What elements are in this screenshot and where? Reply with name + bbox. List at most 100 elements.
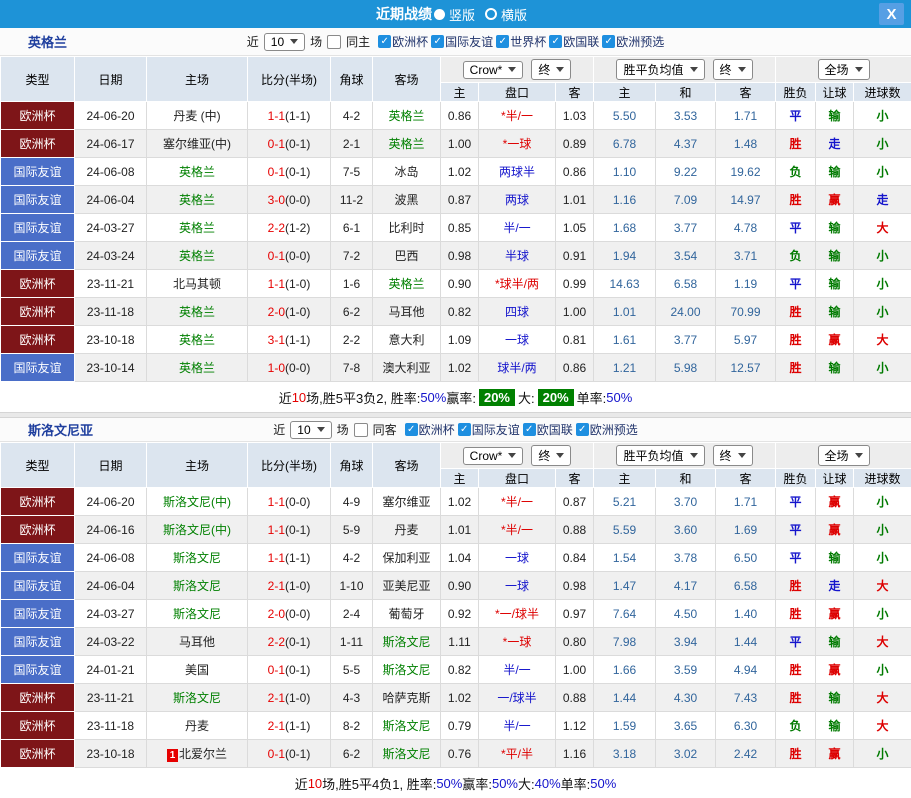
result-cell: 平: [776, 516, 816, 544]
col-score: 比分(半场): [248, 443, 331, 488]
handicap-odds-home: 0.98: [441, 242, 479, 270]
col-away: 客场: [373, 443, 441, 488]
chevron-down-icon: [290, 39, 298, 44]
league-filter[interactable]: ✓欧洲杯: [378, 33, 428, 50]
league-checkbox[interactable]: ✓: [496, 35, 509, 48]
table-row: 国际友谊24-01-21美国0-1(0-1)5-5斯洛文尼0.82半/一1.00…: [1, 656, 911, 684]
corner-score: 11-2: [331, 186, 373, 214]
league-filter[interactable]: ✓欧洲预选: [576, 421, 638, 438]
handicap-odds-home: 1.02: [441, 684, 479, 712]
result-cell: 胜: [776, 740, 816, 768]
same-venue-checkbox[interactable]: [354, 423, 368, 437]
scope-group-header: 全场: [776, 443, 911, 469]
league-checkbox[interactable]: ✓: [523, 423, 536, 436]
handicap-odds-home: 0.90: [441, 270, 479, 298]
handicap-line: 半/一: [479, 214, 556, 242]
league-checkbox[interactable]: ✓: [602, 35, 615, 48]
league-checkbox[interactable]: ✓: [378, 35, 391, 48]
handicap-odds-away: 0.86: [556, 354, 594, 382]
chevron-down-icon: [508, 453, 516, 458]
avg-win: 3.18: [594, 740, 656, 768]
handicap-odds-away: 1.12: [556, 712, 594, 740]
handicap-line: *球半/两: [479, 270, 556, 298]
scope-select[interactable]: 全场: [818, 445, 870, 466]
handicap-line: 半/一: [479, 712, 556, 740]
handicap-line: *一球: [479, 130, 556, 158]
final-select-a[interactable]: 终: [531, 59, 571, 80]
avg-draw: 4.30: [656, 684, 716, 712]
table-row: 国际友谊24-03-22马耳他2-2(0-1)1-11斯洛文尼1.11*一球0.…: [1, 628, 911, 656]
col-result: 胜负: [776, 469, 816, 488]
handicap-odds-away: 0.87: [556, 488, 594, 516]
summary-segment: 大:: [518, 388, 535, 407]
league-type-badge: 欧洲杯: [1, 298, 75, 326]
horizontal-layout-radio[interactable]: [485, 8, 497, 20]
league-checkbox[interactable]: ✓: [549, 35, 562, 48]
match-date: 24-03-22: [75, 628, 147, 656]
final-select-b[interactable]: 终: [713, 445, 753, 466]
score-cell: 2-2(1-2): [248, 214, 331, 242]
final-select-a[interactable]: 终: [531, 445, 571, 466]
avg-win: 1.01: [594, 298, 656, 326]
goals-cell: 小: [854, 600, 911, 628]
recent-count-select[interactable]: 10: [290, 421, 331, 439]
handicap-odds-away: 0.81: [556, 326, 594, 354]
result-cell: 平: [776, 488, 816, 516]
handicap-odds-home: 0.79: [441, 712, 479, 740]
league-checkbox[interactable]: ✓: [431, 35, 444, 48]
handicap-odds-away: 0.97: [556, 600, 594, 628]
bookmaker-select[interactable]: Crow*: [463, 447, 524, 465]
same-venue-checkbox[interactable]: [327, 35, 341, 49]
slovenia-filter-bar: 斯洛文尼亚 近 10 场 同客 ✓欧洲杯✓国际友谊✓欧国联✓欧洲预选: [0, 418, 911, 442]
avg-lose: 2.42: [716, 740, 776, 768]
score-cell: 2-1(1-1): [248, 712, 331, 740]
league-checkbox[interactable]: ✓: [576, 423, 589, 436]
league-filter[interactable]: ✓欧洲预选: [602, 33, 664, 50]
league-checkbox[interactable]: ✓: [405, 423, 418, 436]
league-checkbox[interactable]: ✓: [458, 423, 471, 436]
handicap-line: 半/一: [479, 656, 556, 684]
away-team: 马耳他: [373, 298, 441, 326]
league-filter[interactable]: ✓国际友谊: [458, 421, 520, 438]
scope-select[interactable]: 全场: [818, 59, 870, 80]
avg-draw: 3.59: [656, 656, 716, 684]
near-label: 近: [247, 33, 259, 50]
final-select-b[interactable]: 终: [713, 59, 753, 80]
summary-segment: 50%: [606, 390, 632, 405]
avg-odds-select[interactable]: 胜平负均值: [616, 445, 704, 466]
vertical-layout-radio[interactable]: [434, 9, 445, 20]
corner-score: 2-1: [331, 130, 373, 158]
result-cell: 平: [776, 628, 816, 656]
bookmaker-select[interactable]: Crow*: [463, 61, 524, 79]
score-cell: 2-2(0-1): [248, 628, 331, 656]
league-filter[interactable]: ✓欧国联: [523, 421, 573, 438]
table-row: 欧洲杯24-06-20丹麦 (中)1-1(1-1)4-2英格兰0.86*半/一1…: [1, 102, 911, 130]
match-date: 24-06-20: [75, 488, 147, 516]
league-type-badge: 国际友谊: [1, 186, 75, 214]
avg-lose: 4.94: [716, 656, 776, 684]
corner-score: 6-2: [331, 298, 373, 326]
close-icon[interactable]: X: [879, 3, 904, 25]
chevron-down-icon: [508, 67, 516, 72]
recent-count-select[interactable]: 10: [264, 33, 305, 51]
summary-segment: 10: [292, 390, 306, 405]
league-filter[interactable]: ✓欧国联: [549, 33, 599, 50]
league-type-badge: 欧洲杯: [1, 130, 75, 158]
summary-segment: 场,胜5平3负2, 胜率:: [306, 388, 420, 407]
vertical-layout-label[interactable]: 竖版: [449, 5, 475, 24]
handicap-result-cell: 输: [816, 684, 854, 712]
league-filter[interactable]: ✓国际友谊: [431, 33, 493, 50]
corner-score: 7-8: [331, 354, 373, 382]
league-filter[interactable]: ✓欧洲杯: [405, 421, 455, 438]
league-type-badge: 国际友谊: [1, 242, 75, 270]
league-filter[interactable]: ✓世界杯: [496, 33, 546, 50]
score-cell: 0-1(0-0): [248, 242, 331, 270]
corner-score: 7-5: [331, 158, 373, 186]
england-filter-bar: 英格兰 近 10 场 同主 ✓欧洲杯✓国际友谊✓世界杯✓欧国联✓欧洲预选: [0, 28, 911, 56]
avg-odds-select[interactable]: 胜平负均值: [616, 59, 704, 80]
avg-lose: 6.30: [716, 712, 776, 740]
avg-win: 1.16: [594, 186, 656, 214]
league-label: 欧国联: [563, 33, 599, 50]
horizontal-layout-label[interactable]: 横版: [501, 5, 527, 24]
avg-win: 1.21: [594, 354, 656, 382]
